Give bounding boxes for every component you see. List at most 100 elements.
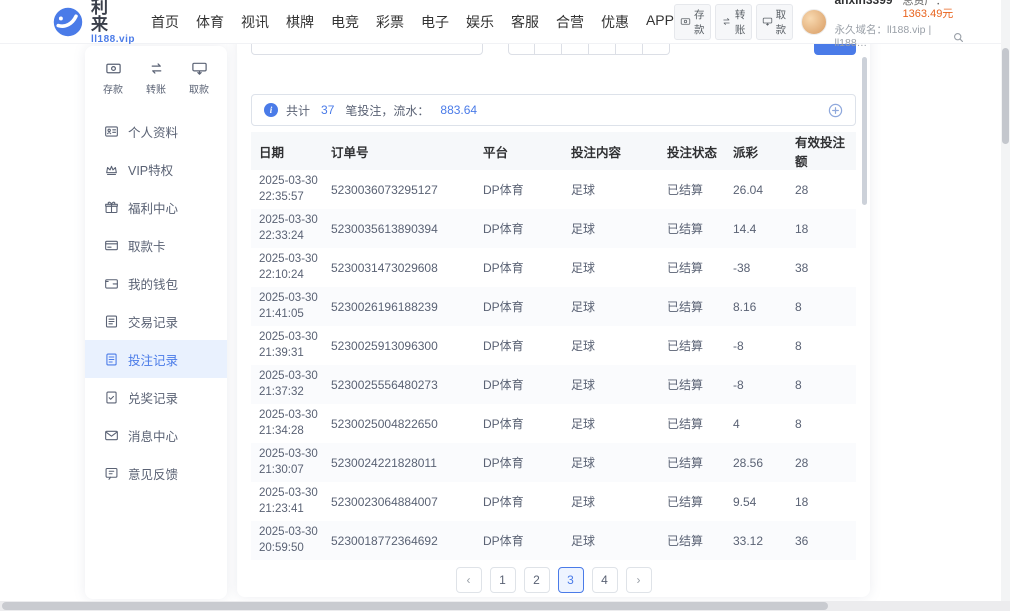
cell-order: 5230026196188239 (323, 287, 475, 326)
table-row: 2025-03-3021:30:075230024221828011DP体育足球… (251, 443, 856, 482)
nav-item-6[interactable]: 彩票 (376, 12, 404, 32)
nav-item-1[interactable]: 首页 (151, 12, 179, 32)
quick-label: 取款 (189, 81, 209, 96)
cell-status: 已结算 (659, 248, 725, 287)
header: 利 来 ll188.vip 首页体育视讯棋牌电竞彩票电子娱乐客服合营优惠APP … (0, 0, 1010, 44)
sidebar-item-9[interactable]: 消息中心 (85, 416, 227, 454)
nav-item-9[interactable]: 客服 (511, 12, 539, 32)
withdraw-badge[interactable]: 取款 (756, 4, 793, 40)
page-button-1[interactable]: 1 (490, 567, 516, 593)
page-button-2[interactable]: 2 (524, 567, 550, 593)
transaction-list-icon (104, 314, 119, 329)
sidebar-item-10[interactable]: 意见反馈 (85, 454, 227, 492)
sidebar-item-label: VIP特权 (128, 160, 173, 179)
quick-transfer[interactable]: 转账 (146, 60, 166, 96)
horizontal-scrollbar-thumb[interactable] (2, 602, 828, 610)
cell-content: 足球 (563, 287, 659, 326)
cell-status: 已结算 (659, 326, 725, 365)
bet-count: 37 (321, 103, 334, 117)
table-header-row: 日期订单号平台投注内容投注状态派彩有效投注额 (251, 132, 856, 170)
mail-icon (104, 428, 119, 443)
cell-status: 已结算 (659, 443, 725, 482)
badge-label: 取款 (776, 7, 787, 37)
cell-payout: 14.4 (725, 209, 787, 248)
bet-date: 2025-03-30 (259, 447, 323, 463)
cell-order: 5230036073295127 (323, 170, 475, 209)
expand-plus-icon[interactable] (828, 103, 843, 118)
nav-item-10[interactable]: 合营 (556, 12, 584, 32)
username: anxin3399 (835, 0, 893, 8)
table-body: 2025-03-3022:35:575230036073295127DP体育足球… (251, 170, 856, 560)
nav-item-8[interactable]: 娱乐 (466, 12, 494, 32)
sidebar-item-6[interactable]: 交易记录 (85, 302, 227, 340)
sidebar-item-label: 我的钱包 (128, 274, 178, 293)
table-row: 2025-03-3021:23:415230023064884007DP体育足球… (251, 482, 856, 521)
sidebar-item-2[interactable]: VIP特权 (85, 150, 227, 188)
avatar[interactable] (801, 9, 827, 35)
cell-payout: -8 (725, 365, 787, 404)
cell-platform: DP体育 (475, 404, 563, 443)
cell-status: 已结算 (659, 170, 725, 209)
cell-content: 足球 (563, 404, 659, 443)
cell-content: 足球 (563, 248, 659, 287)
sidebar-item-4[interactable]: 取款卡 (85, 226, 227, 264)
col-header-1: 日期 (251, 132, 323, 170)
sidebar-item-label: 个人资料 (128, 122, 178, 141)
nav-item-5[interactable]: 电竞 (331, 12, 359, 32)
nav-item-2[interactable]: 体育 (196, 12, 224, 32)
sidebar-item-1[interactable]: 个人资料 (85, 112, 227, 150)
table-row: 2025-03-3022:10:245230031473029608DP体育足球… (251, 248, 856, 287)
deposit-badge[interactable]: 存款 (674, 4, 711, 40)
sidebar-menu: 个人资料 VIP特权福利中心取款卡我的钱包交易记录投注记录兑奖记录消息中心意见反馈 (85, 112, 227, 492)
main-panel: i 共计37笔投注，流水：883.64 日期订单号平台投注内容投注状态派彩有效投… (237, 0, 870, 597)
bet-date: 2025-03-30 (259, 291, 323, 307)
permanent-domain: 永久域名：ll188.vip | ll188… (835, 24, 951, 50)
cell-date: 2025-03-3021:34:28 (251, 404, 323, 443)
logo[interactable]: 利 来 ll188.vip (52, 0, 135, 45)
sidebar-item-label: 取款卡 (128, 236, 166, 255)
quick-withdraw[interactable]: 取款 (189, 60, 209, 96)
prev-page-button[interactable]: ‹ (456, 567, 482, 593)
nav-item-7[interactable]: 电子 (421, 12, 449, 32)
cell-order: 5230035613890394 (323, 209, 475, 248)
page-button-3[interactable]: 3 (558, 567, 584, 593)
bet-time: 21:23:41 (259, 502, 323, 518)
withdraw-icon (191, 60, 208, 77)
quick-deposit[interactable]: 存款 (103, 60, 123, 96)
sidebar-quick-actions: 存款 转账取款 (85, 46, 227, 104)
nav-item-12[interactable]: APP (646, 12, 674, 32)
bet-date: 2025-03-30 (259, 525, 323, 541)
bet-date: 2025-03-30 (259, 408, 323, 424)
page-button-4[interactable]: 4 (592, 567, 618, 593)
panel-scrollbar-thumb[interactable] (862, 57, 867, 205)
prize-record-icon (104, 390, 119, 405)
sidebar-item-5[interactable]: 我的钱包 (85, 264, 227, 302)
quick-label: 存款 (103, 81, 123, 96)
cell-date: 2025-03-3021:37:32 (251, 365, 323, 404)
page-scrollbar-track (1001, 0, 1010, 611)
nav-item-4[interactable]: 棋牌 (286, 12, 314, 32)
col-header-5: 投注状态 (659, 132, 725, 170)
cell-platform: DP体育 (475, 365, 563, 404)
transfer-badge[interactable]: 转账 (715, 4, 752, 40)
next-page-button[interactable]: › (626, 567, 652, 593)
cell-platform: DP体育 (475, 326, 563, 365)
table-row: 2025-03-3022:35:575230036073295127DP体育足球… (251, 170, 856, 209)
cell-order: 5230025913096300 (323, 326, 475, 365)
cell-valid: 28 (787, 170, 856, 209)
cell-status: 已结算 (659, 365, 725, 404)
account-line2: 永久域名：ll188.vip | ll188… (835, 24, 965, 50)
nav-item-11[interactable]: 优惠 (601, 12, 629, 32)
cell-valid: 18 (787, 209, 856, 248)
cell-status: 已结算 (659, 404, 725, 443)
sidebar-item-3[interactable]: 福利中心 (85, 188, 227, 226)
summary-banner: i 共计37笔投注，流水：883.64 (251, 94, 856, 126)
sidebar-item-8[interactable]: 兑奖记录 (85, 378, 227, 416)
cell-platform: DP体育 (475, 248, 563, 287)
cell-platform: DP体育 (475, 170, 563, 209)
sidebar-item-7[interactable]: 投注记录 (85, 340, 227, 378)
nav-item-3[interactable]: 视讯 (241, 12, 269, 32)
page-scrollbar-thumb[interactable] (1002, 48, 1009, 144)
cell-payout: 9.54 (725, 482, 787, 521)
search-icon[interactable] (953, 32, 964, 43)
